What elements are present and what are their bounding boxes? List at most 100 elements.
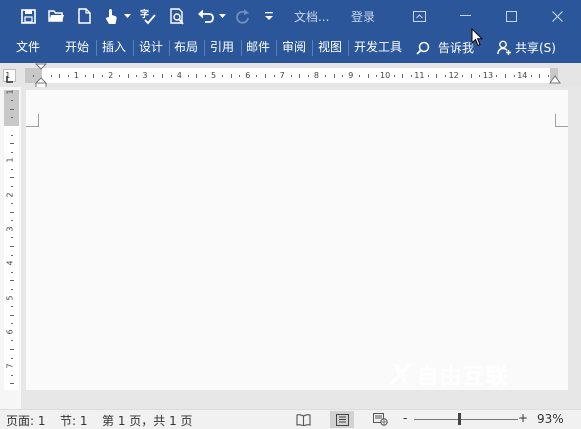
share-button[interactable]: 共享(S) bbox=[497, 32, 556, 63]
open-folder-icon[interactable] bbox=[44, 0, 68, 32]
indent-marker-icon[interactable] bbox=[35, 63, 47, 89]
ruler-number: 6 bbox=[5, 329, 15, 335]
ruler-tick bbox=[402, 73, 404, 78]
tab-developer[interactable]: 开发工具 bbox=[350, 32, 406, 63]
undo-dropdown-chevron-icon[interactable] bbox=[217, 0, 227, 32]
ruler-number: 9 bbox=[348, 70, 354, 80]
new-document-icon[interactable] bbox=[72, 0, 96, 32]
ruler-tick bbox=[222, 74, 224, 77]
ruler-tick bbox=[10, 151, 13, 153]
ribbon-display-options-icon[interactable] bbox=[396, 0, 442, 32]
ruler-tick bbox=[119, 74, 121, 77]
ruler-number: 12 bbox=[448, 70, 459, 80]
ruler-tick bbox=[10, 340, 13, 342]
tab-references[interactable]: 引用 bbox=[206, 32, 238, 63]
ruler-tick bbox=[67, 74, 69, 77]
ruler-tick bbox=[84, 74, 86, 77]
login-link[interactable]: 登录 bbox=[351, 8, 375, 25]
ruler-tick bbox=[9, 143, 14, 145]
ruler-tick bbox=[10, 203, 13, 205]
ruler-tick bbox=[410, 74, 412, 77]
zoom-slider-thumb[interactable] bbox=[458, 413, 461, 425]
tab-insert[interactable]: 插入 bbox=[99, 32, 129, 63]
ruler-tick bbox=[10, 100, 13, 102]
tab-file[interactable]: 文件 bbox=[4, 32, 52, 63]
tab-home[interactable]: 开始 bbox=[62, 32, 92, 63]
ruler-tick bbox=[10, 271, 13, 273]
read-mode-icon[interactable] bbox=[292, 411, 314, 428]
ruler-number: 1 bbox=[5, 157, 15, 163]
ruler-tick bbox=[187, 74, 189, 77]
spelling-check-icon[interactable]: 字 bbox=[137, 0, 161, 32]
tab-divider bbox=[276, 40, 277, 56]
ruler-tick bbox=[10, 168, 13, 170]
ruler-number: 5 bbox=[5, 294, 15, 301]
tab-divider bbox=[96, 40, 97, 56]
person-add-icon bbox=[497, 40, 511, 55]
ruler-tick bbox=[10, 306, 13, 308]
ruler-tick bbox=[393, 74, 395, 77]
tell-me-box[interactable]: 告诉我 bbox=[416, 32, 474, 63]
zoom-out-button[interactable]: - bbox=[403, 411, 407, 425]
tab-layout[interactable]: 布局 bbox=[171, 32, 201, 63]
close-icon[interactable] bbox=[534, 0, 580, 32]
save-icon[interactable] bbox=[16, 0, 40, 32]
margin-corner-mark bbox=[26, 114, 39, 127]
tab-mailings[interactable]: 邮件 bbox=[243, 32, 273, 63]
ruler-tick bbox=[479, 74, 481, 77]
tab-divider bbox=[169, 40, 170, 56]
ribbon-tabs: 文件 开始 插入 设计 布局 引用 邮件 审阅 视图 开发工具 告诉我 共享(S… bbox=[0, 32, 581, 63]
ruler-tick bbox=[10, 134, 13, 136]
customize-toolbar-icon[interactable] bbox=[262, 0, 276, 32]
ruler-tick bbox=[10, 117, 13, 119]
ruler-tick bbox=[470, 73, 472, 78]
ruler-tick bbox=[59, 73, 61, 78]
ruler-tick bbox=[9, 177, 14, 179]
page-indicator[interactable]: 页面: 1 bbox=[6, 412, 46, 429]
ruler-tick bbox=[50, 74, 52, 77]
vertical-ruler[interactable]: 1 1 2 3 4 5 6 7 bbox=[4, 89, 19, 390]
web-layout-icon[interactable] bbox=[369, 411, 391, 428]
horizontal-ruler[interactable]: 1 1 2 3 4 5 6 7 8 9 10 11 12 13 14 bbox=[5, 68, 558, 83]
ruler-tick bbox=[153, 74, 155, 77]
ruler-tick bbox=[445, 74, 447, 77]
ruler-tick bbox=[9, 314, 14, 316]
ruler-tick bbox=[10, 237, 13, 239]
tab-view[interactable]: 视图 bbox=[315, 32, 345, 63]
ruler-number: 14 bbox=[517, 70, 528, 80]
ruler-tick bbox=[290, 74, 292, 77]
ruler-tick bbox=[230, 73, 232, 78]
right-indent-marker-icon[interactable] bbox=[549, 75, 561, 85]
chevron-down-icon[interactable] bbox=[122, 0, 132, 32]
document-page[interactable] bbox=[26, 90, 568, 390]
zoom-slider-track[interactable] bbox=[414, 419, 518, 420]
ruler-tick bbox=[307, 74, 309, 77]
ruler-tick bbox=[9, 348, 14, 350]
ruler-tick bbox=[93, 73, 95, 78]
ruler-tick bbox=[10, 254, 13, 256]
ruler-number: 2 bbox=[108, 70, 114, 80]
ruler-tick bbox=[505, 73, 507, 78]
zoom-in-button[interactable]: + bbox=[518, 411, 528, 425]
tab-divider bbox=[312, 40, 313, 56]
ruler-tick bbox=[273, 74, 275, 77]
ruler-tick bbox=[264, 73, 266, 78]
maximize-icon[interactable] bbox=[488, 0, 534, 32]
ruler-tick bbox=[9, 383, 14, 385]
tab-design[interactable]: 设计 bbox=[136, 32, 166, 63]
zoom-level[interactable]: 93% bbox=[537, 412, 564, 426]
ruler-tick bbox=[299, 73, 301, 78]
print-layout-icon[interactable] bbox=[330, 411, 354, 428]
print-preview-icon[interactable] bbox=[165, 0, 189, 32]
tab-review[interactable]: 审阅 bbox=[279, 32, 309, 63]
touch-mode-icon[interactable] bbox=[100, 0, 122, 32]
ruler-number: 5 bbox=[211, 70, 217, 80]
tab-divider bbox=[241, 40, 242, 56]
ruler-number: 3 bbox=[5, 226, 15, 232]
ruler-number: 4 bbox=[5, 260, 15, 266]
page-count[interactable]: 第 1 页，共 1 页 bbox=[102, 412, 193, 429]
undo-icon[interactable] bbox=[195, 0, 217, 32]
ruler-tick bbox=[239, 74, 241, 77]
ruler-tick bbox=[10, 288, 13, 290]
section-indicator[interactable]: 节: 1 bbox=[60, 412, 88, 429]
